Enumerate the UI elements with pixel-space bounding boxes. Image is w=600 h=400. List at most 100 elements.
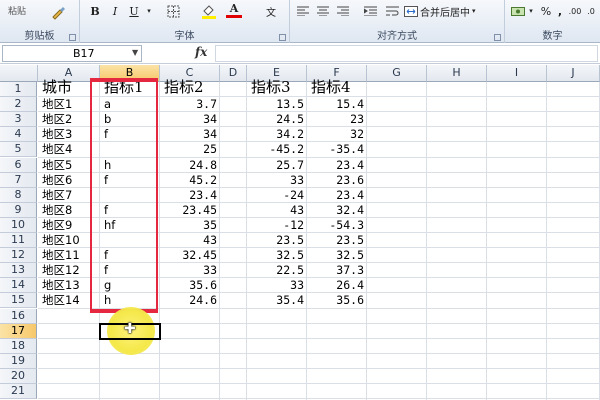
merge-center-button[interactable]: 合并后居中 ▾ <box>404 2 494 20</box>
comma-button[interactable]: , <box>555 2 565 20</box>
font-color-button[interactable]: A <box>226 2 242 18</box>
align-left-icon[interactable] <box>296 2 310 20</box>
cell-c5[interactable]: 25 <box>160 142 217 157</box>
select-all-corner[interactable] <box>0 65 38 82</box>
row-header-18[interactable]: 18 <box>0 338 37 354</box>
phonetic-button[interactable]: 文 <box>262 2 280 20</box>
fx-icon[interactable]: fx <box>195 45 207 59</box>
cell-a4[interactable]: 地区3 <box>42 127 72 142</box>
wrap-icon[interactable] <box>384 2 400 20</box>
cell-f1[interactable]: 指标4 <box>311 79 351 95</box>
cell-f3[interactable]: 23 <box>307 112 364 127</box>
row-header-15[interactable]: 15 <box>0 293 37 309</box>
underline-dropdown-icon[interactable]: ▾ <box>144 2 154 20</box>
cell-e6[interactable]: 25.7 <box>247 158 304 173</box>
cell-e5[interactable]: -45.2 <box>247 142 304 157</box>
cell-f13[interactable]: 37.3 <box>307 263 364 278</box>
format-painter-icon[interactable] <box>48 4 68 22</box>
cell-a6[interactable]: 地区5 <box>42 158 72 173</box>
cell-a2[interactable]: 地区1 <box>42 97 72 112</box>
cell-c14[interactable]: 35.6 <box>160 278 217 293</box>
indent-icon[interactable] <box>362 2 378 20</box>
clipboard-launcher-icon[interactable] <box>69 34 76 41</box>
row-header-19[interactable]: 19 <box>0 353 37 369</box>
cell-c3[interactable]: 34 <box>160 112 217 127</box>
cell-e12[interactable]: 32.5 <box>247 248 304 263</box>
cell-f10[interactable]: -54.3 <box>307 218 364 233</box>
row-header-12[interactable]: 12 <box>0 248 37 264</box>
cell-c11[interactable]: 43 <box>160 233 217 248</box>
row-header-4[interactable]: 4 <box>0 127 37 143</box>
row-header-14[interactable]: 14 <box>0 278 37 294</box>
alignment-launcher-icon[interactable] <box>494 34 501 41</box>
cell-f2[interactable]: 15.4 <box>307 97 364 112</box>
align-right-icon[interactable] <box>336 2 350 20</box>
cell-a9[interactable]: 地区8 <box>42 203 72 218</box>
font-launcher-icon[interactable] <box>279 34 286 41</box>
cell-c4[interactable]: 34 <box>160 127 217 142</box>
cell-c15[interactable]: 24.6 <box>160 293 217 308</box>
cell-a5[interactable]: 地区4 <box>42 142 72 157</box>
column-header-g[interactable]: G <box>367 65 427 82</box>
cell-a13[interactable]: 地区12 <box>42 263 80 278</box>
cell-a10[interactable]: 地区9 <box>42 218 72 233</box>
row-header-9[interactable]: 9 <box>0 202 37 218</box>
cell-c10[interactable]: 35 <box>160 218 217 233</box>
cell-c9[interactable]: 23.45 <box>160 203 217 218</box>
cell-e3[interactable]: 24.5 <box>247 112 304 127</box>
cell-a14[interactable]: 地区13 <box>42 278 80 293</box>
percent-button[interactable]: % <box>539 2 553 20</box>
cell-a1[interactable]: 城市 <box>42 79 72 95</box>
cell-e15[interactable]: 35.4 <box>247 293 304 308</box>
name-box-dropdown-icon[interactable]: ▼ <box>132 48 138 57</box>
fill-color-icon[interactable] <box>200 2 218 20</box>
worksheet-grid[interactable]: A B C D E F G H I J 1 2 3 4 5 6 7 8 9 10 11 12 13 14 15 16 17 18 19 2… <box>0 65 600 400</box>
cell-a8[interactable]: 地区7 <box>42 188 72 203</box>
border-icon[interactable] <box>164 2 182 20</box>
increase-decimal-button[interactable]: .00 <box>567 2 583 20</box>
cell-e11[interactable]: 23.5 <box>247 233 304 248</box>
cell-f9[interactable]: 32.4 <box>307 203 364 218</box>
cell-a12[interactable]: 地区11 <box>42 248 80 263</box>
cell-e1[interactable]: 指标3 <box>251 79 291 95</box>
cell-f6[interactable]: 23.4 <box>307 158 364 173</box>
name-box[interactable]: B17 <box>2 45 142 62</box>
row-header-6[interactable]: 6 <box>0 157 37 173</box>
decrease-decimal-button[interactable]: .0 <box>584 2 598 20</box>
row-header-8[interactable]: 8 <box>0 187 37 203</box>
cell-f14[interactable]: 26.4 <box>307 278 364 293</box>
cell-f11[interactable]: 23.5 <box>307 233 364 248</box>
bold-button[interactable]: B <box>88 2 102 20</box>
cell-a3[interactable]: 地区2 <box>42 112 72 127</box>
row-header-5[interactable]: 5 <box>0 142 37 158</box>
cell-c7[interactable]: 45.2 <box>160 173 217 188</box>
cell-e7[interactable]: 33 <box>247 173 304 188</box>
column-header-j[interactable]: J <box>547 65 600 82</box>
currency-dropdown-icon[interactable]: ▾ <box>527 2 535 20</box>
cell-f4[interactable]: 32 <box>307 127 364 142</box>
paste-label[interactable]: 粘贴 <box>0 1 34 19</box>
cell-c1[interactable]: 指标2 <box>164 79 204 95</box>
cell-e13[interactable]: 22.5 <box>247 263 304 278</box>
currency-icon[interactable] <box>509 2 527 20</box>
cell-e14[interactable]: 33 <box>247 278 304 293</box>
cell-a7[interactable]: 地区6 <box>42 173 72 188</box>
cell-a11[interactable]: 地区10 <box>42 233 80 248</box>
cell-c12[interactable]: 32.45 <box>160 248 217 263</box>
row-header-16[interactable]: 16 <box>0 308 37 324</box>
cell-e4[interactable]: 34.2 <box>247 127 304 142</box>
italic-button[interactable]: I <box>108 2 122 20</box>
cell-f15[interactable]: 35.6 <box>307 293 364 308</box>
cell-f8[interactable]: 23.4 <box>307 188 364 203</box>
cell-c2[interactable]: 3.7 <box>160 97 217 112</box>
row-header-7[interactable]: 7 <box>0 172 37 188</box>
cell-a15[interactable]: 地区14 <box>42 293 80 308</box>
cell-e10[interactable]: -12 <box>247 218 304 233</box>
cell-f12[interactable]: 32.5 <box>307 248 364 263</box>
row-header-11[interactable]: 11 <box>0 233 37 249</box>
cell-e2[interactable]: 13.5 <box>247 97 304 112</box>
column-header-h[interactable]: H <box>427 65 487 82</box>
cell-f5[interactable]: -35.4 <box>307 142 364 157</box>
underline-button[interactable]: U <box>127 2 141 20</box>
row-header-10[interactable]: 10 <box>0 217 37 233</box>
